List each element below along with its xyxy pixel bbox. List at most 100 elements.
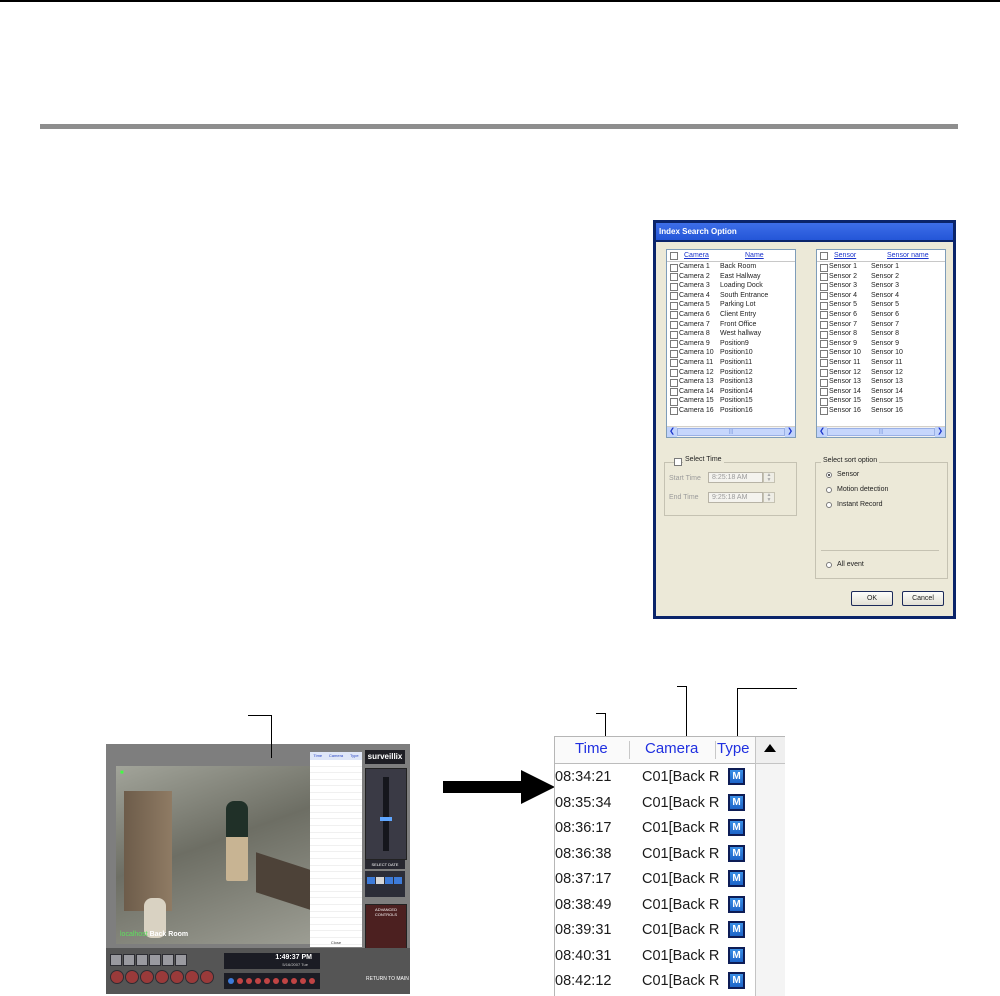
camera-checkbox[interactable] bbox=[670, 321, 678, 330]
camera-row[interactable]: Camera 1 Back Room bbox=[667, 262, 795, 272]
camera-checkbox[interactable] bbox=[670, 301, 678, 310]
sensor-checkbox[interactable] bbox=[820, 330, 828, 339]
camera-listbox[interactable]: Camera Name Camera 1 Back Room Camera 2 Eas… bbox=[666, 249, 796, 438]
camera-row[interactable]: Camera 10 Position10 bbox=[667, 348, 795, 358]
camera-checkbox[interactable] bbox=[670, 369, 678, 378]
all-event-radio[interactable] bbox=[826, 562, 832, 568]
camera-row[interactable]: Camera 9 Position9 bbox=[667, 339, 795, 349]
camera-row[interactable]: Camera 5 Parking Lot bbox=[667, 300, 795, 310]
scroll-up-icon[interactable] bbox=[756, 737, 785, 764]
dvr-close-button[interactable]: Close bbox=[310, 940, 362, 945]
dvr-event-row[interactable] bbox=[310, 859, 362, 866]
sort-instant-record-radio[interactable] bbox=[826, 502, 832, 508]
scroll-right-icon[interactable]: ❯ bbox=[785, 427, 795, 437]
sensor-checkbox[interactable] bbox=[820, 349, 828, 358]
sensor-row[interactable]: Sensor 13 Sensor 13 bbox=[817, 377, 945, 387]
type-column-header[interactable]: Type bbox=[717, 740, 750, 757]
camera-row[interactable]: Camera 6 Client Entry bbox=[667, 310, 795, 320]
camera-row[interactable]: Camera 12 Position12 bbox=[667, 368, 795, 378]
camera-row[interactable]: Camera 16 Position16 bbox=[667, 406, 795, 416]
dvr-event-row[interactable] bbox=[310, 826, 362, 833]
dvr-event-row[interactable] bbox=[310, 879, 362, 886]
camera-checkbox[interactable] bbox=[670, 388, 678, 397]
camera-row[interactable]: Camera 3 Loading Dock bbox=[667, 281, 795, 291]
camera-checkbox[interactable] bbox=[670, 340, 678, 349]
dvr-event-row[interactable] bbox=[310, 918, 362, 925]
dvr-event-row[interactable] bbox=[310, 773, 362, 780]
layout-16-icon[interactable] bbox=[162, 954, 174, 966]
sensor-list-scrollbar[interactable]: ❮ ||| ❯ bbox=[817, 426, 945, 437]
event-row[interactable]: 08:34:21 C01[Back R M bbox=[555, 765, 755, 791]
camera-row[interactable]: Camera 2 East Hallway bbox=[667, 272, 795, 282]
start-time-spinner[interactable]: ▲ ▼ bbox=[763, 472, 775, 483]
sensor-row[interactable]: Sensor 15 Sensor 15 bbox=[817, 396, 945, 406]
sensor-select-all-checkbox[interactable] bbox=[820, 252, 828, 260]
camera-row[interactable]: Camera 13 Position13 bbox=[667, 377, 795, 387]
dvr-event-row[interactable] bbox=[310, 780, 362, 787]
dvr-event-row[interactable] bbox=[310, 872, 362, 879]
camera-select-dot[interactable] bbox=[237, 978, 243, 984]
sensor-checkbox[interactable] bbox=[820, 340, 828, 349]
dvr-event-row[interactable] bbox=[310, 846, 362, 853]
sensor-checkbox[interactable] bbox=[820, 311, 828, 320]
sensor-checkbox[interactable] bbox=[820, 369, 828, 378]
camera-checkbox[interactable] bbox=[670, 407, 678, 416]
dvr-event-row[interactable] bbox=[310, 800, 362, 807]
camera-checkbox[interactable] bbox=[670, 359, 678, 368]
camera-select-dot[interactable] bbox=[309, 978, 315, 984]
playback-slider-knob[interactable] bbox=[380, 817, 392, 821]
start-time-field[interactable]: 8:25:18 AM bbox=[708, 472, 763, 483]
function-button-icon[interactable] bbox=[170, 970, 184, 984]
sort-motion-detection-radio[interactable] bbox=[826, 487, 832, 493]
dvr-event-row[interactable] bbox=[310, 760, 362, 767]
camera-column-header[interactable]: Camera bbox=[684, 250, 709, 261]
dvr-event-row[interactable] bbox=[310, 885, 362, 892]
camera-checkbox[interactable] bbox=[670, 349, 678, 358]
dvr-event-row[interactable] bbox=[310, 806, 362, 813]
scroll-left-icon[interactable]: ❮ bbox=[817, 427, 827, 437]
forward-icon[interactable] bbox=[394, 877, 402, 884]
layout-9-icon[interactable] bbox=[136, 954, 148, 966]
camera-checkbox[interactable] bbox=[670, 397, 678, 406]
rewind-icon[interactable] bbox=[367, 877, 375, 884]
camera-row[interactable]: Camera 14 Position14 bbox=[667, 387, 795, 397]
sort-sensor-radio[interactable] bbox=[826, 472, 832, 478]
end-time-field[interactable]: 9:25:18 AM bbox=[708, 492, 763, 503]
camera-name-column-header[interactable]: Name bbox=[745, 250, 764, 261]
sensor-row[interactable]: Sensor 2 Sensor 2 bbox=[817, 272, 945, 282]
event-list-scrollbar[interactable] bbox=[755, 737, 785, 996]
function-button-icon[interactable] bbox=[200, 970, 214, 984]
dvr-event-row[interactable] bbox=[310, 898, 362, 906]
sensor-checkbox[interactable] bbox=[820, 292, 828, 301]
layout-13-icon[interactable] bbox=[149, 954, 161, 966]
camera-select-dot[interactable] bbox=[273, 978, 279, 984]
function-button-icon[interactable] bbox=[125, 970, 139, 984]
dvr-event-row[interactable] bbox=[310, 839, 362, 846]
camera-row[interactable]: Camera 4 South Entrance bbox=[667, 291, 795, 301]
sensor-checkbox[interactable] bbox=[820, 397, 828, 406]
camera-video-view[interactable] bbox=[116, 766, 310, 944]
dvr-event-row[interactable] bbox=[310, 931, 362, 939]
function-button-icon[interactable] bbox=[140, 970, 154, 984]
event-row[interactable]: 08:36:38 C01[Back R M bbox=[555, 842, 755, 868]
sensor-column-header[interactable]: Sensor bbox=[834, 250, 856, 261]
event-row[interactable]: 08:38:49 C01[Back R M bbox=[555, 893, 755, 919]
camera-checkbox[interactable] bbox=[670, 292, 678, 301]
camera-checkbox[interactable] bbox=[670, 273, 678, 282]
dvr-event-row[interactable] bbox=[310, 905, 362, 912]
layout-4-icon[interactable] bbox=[123, 954, 135, 966]
camera-select-dot[interactable] bbox=[282, 978, 288, 984]
scroll-left-icon[interactable]: ❮ bbox=[667, 427, 677, 437]
camera-select-dot[interactable] bbox=[300, 978, 306, 984]
sensor-checkbox[interactable] bbox=[820, 388, 828, 397]
camera-checkbox[interactable] bbox=[670, 330, 678, 339]
camera-column-header[interactable]: Camera bbox=[645, 740, 698, 757]
sensor-row[interactable]: Sensor 16 Sensor 16 bbox=[817, 406, 945, 416]
dvr-event-list[interactable]: Time Camera Type Close bbox=[310, 752, 362, 965]
event-row[interactable]: 08:40:31 C01[Back R M bbox=[555, 944, 755, 970]
camera-checkbox[interactable] bbox=[670, 282, 678, 291]
dvr-event-row[interactable] bbox=[310, 912, 362, 919]
dvr-event-row[interactable] bbox=[310, 793, 362, 800]
sensor-checkbox[interactable] bbox=[820, 301, 828, 310]
sensor-row[interactable]: Sensor 6 Sensor 6 bbox=[817, 310, 945, 320]
